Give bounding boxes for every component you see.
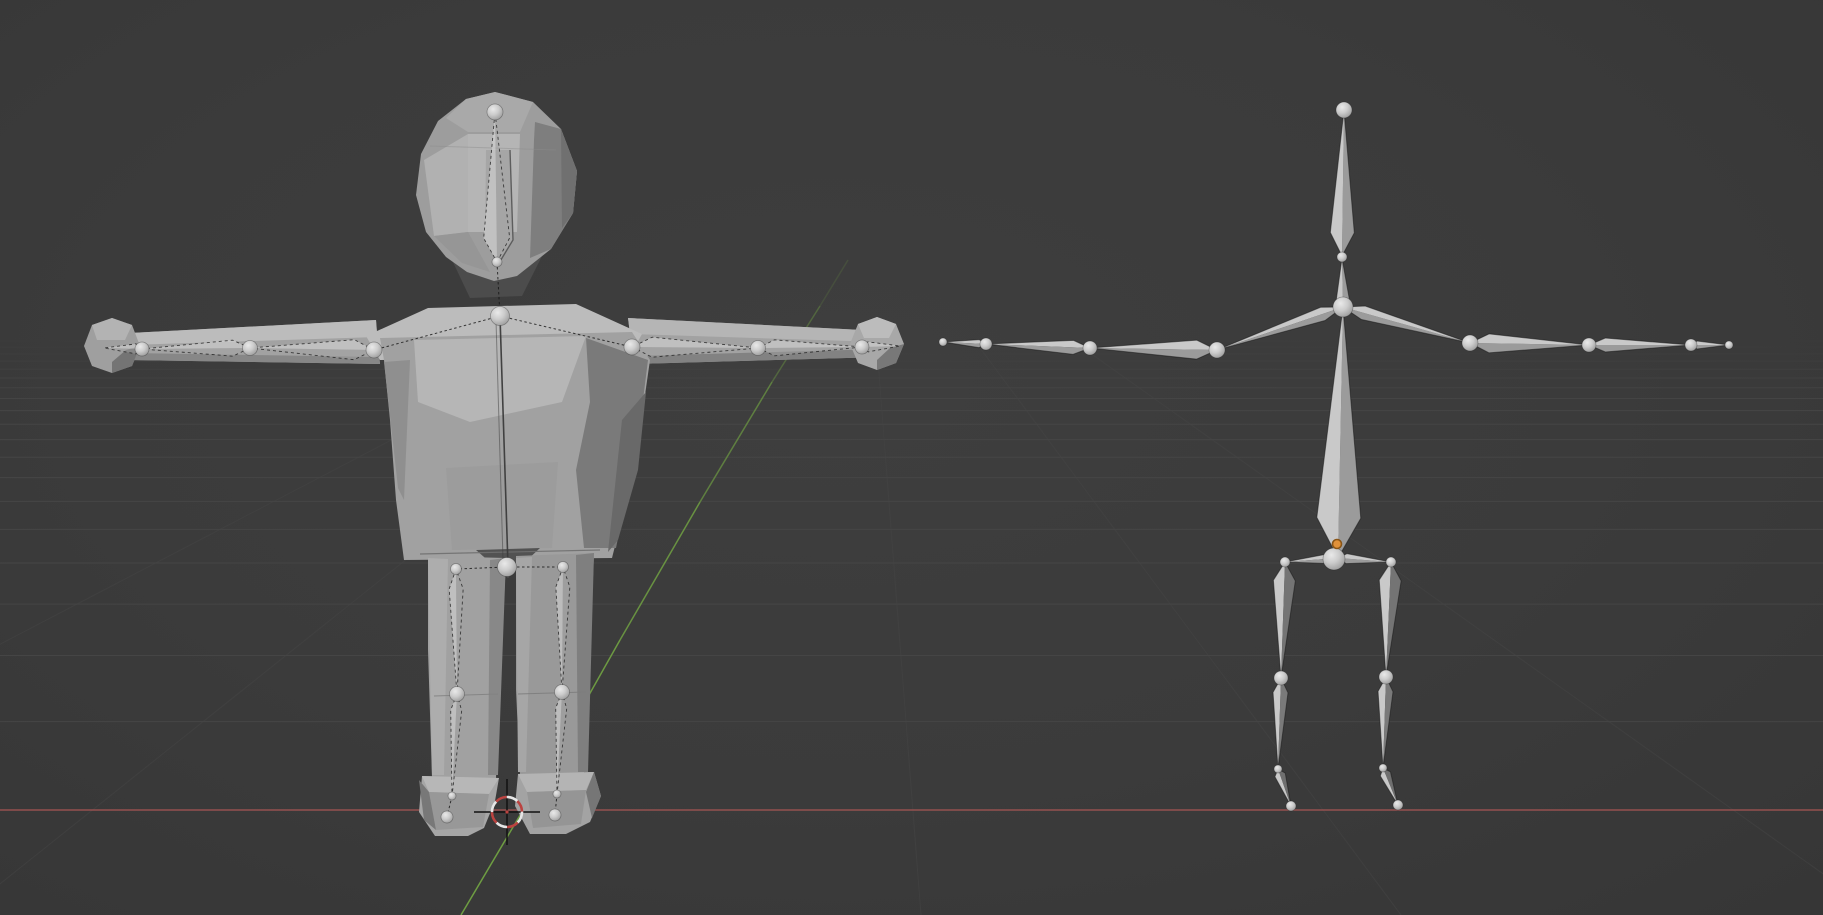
- joint-hand-tip-left[interactable]: [939, 338, 947, 346]
- y-axis-line: [700, 382, 772, 502]
- bone-thigh-left[interactable]: [1273, 562, 1295, 678]
- joint-ankle-right[interactable]: [553, 790, 561, 798]
- mesh-facet-boot-right-top[interactable]: [518, 772, 594, 792]
- joint-hip-left[interactable]: [451, 564, 462, 575]
- bone-face: [1342, 110, 1354, 256]
- bone-spine[interactable]: [1317, 307, 1361, 558]
- mesh-facet-boot-left-front[interactable]: [429, 792, 489, 830]
- joint-knee-right[interactable]: [1379, 670, 1393, 684]
- joint-elbow-right[interactable]: [1582, 338, 1596, 352]
- joint-shoulder-right[interactable]: [1462, 335, 1478, 351]
- bone-thigh-right[interactable]: [1379, 562, 1401, 677]
- bone-head[interactable]: [1330, 110, 1354, 256]
- joint-shoulder-right[interactable]: [624, 339, 640, 355]
- mesh-facet-leg-left-inner-shade[interactable]: [488, 558, 506, 775]
- joint-hip-right[interactable]: [1386, 557, 1396, 567]
- joint-neck[interactable]: [492, 257, 502, 267]
- bone-shin-right[interactable]: [1378, 677, 1393, 768]
- bone-upperarm-right[interactable]: [1470, 334, 1589, 353]
- bone-hipbone-right[interactable]: [1338, 554, 1391, 564]
- viewport-scene: [0, 0, 1823, 915]
- mesh-facet-leg-right-outer-shade[interactable]: [576, 553, 594, 772]
- grid-line-receding: [877, 342, 921, 915]
- joint-elbow-left[interactable]: [243, 341, 258, 356]
- grid-line-receding: [1075, 342, 1823, 915]
- mesh-facet-fist-right-top[interactable]: [858, 317, 896, 338]
- joint-shoulder-left[interactable]: [1209, 342, 1225, 358]
- joint-hip-right[interactable]: [558, 562, 569, 573]
- joint-ankle-left[interactable]: [448, 792, 456, 800]
- joint-wrist-right[interactable]: [855, 340, 869, 354]
- bone-clavicle-right[interactable]: [1343, 306, 1470, 343]
- bone-foot-right[interactable]: [1380, 768, 1398, 805]
- y-axis-line: [820, 260, 848, 306]
- joint-toe-right[interactable]: [1393, 800, 1403, 810]
- armature-object[interactable]: [939, 102, 1733, 811]
- joint-ankle-right[interactable]: [1379, 764, 1387, 772]
- joint-toe-right[interactable]: [549, 809, 561, 821]
- joint-chest[interactable]: [1333, 297, 1353, 317]
- object-origin-dot[interactable]: [1333, 540, 1342, 549]
- bone-clavicle-left[interactable]: [1217, 307, 1343, 350]
- mesh-facet-fist-left-top[interactable]: [92, 318, 132, 340]
- bone-upperarm-left[interactable]: [1090, 340, 1217, 359]
- joint-head-tip[interactable]: [1336, 102, 1352, 118]
- mesh-facet-head-right-darker[interactable]: [561, 129, 577, 228]
- joint-wrist-right[interactable]: [1685, 339, 1697, 351]
- joint-hip-left[interactable]: [1280, 557, 1290, 567]
- joint-knee-left[interactable]: [450, 687, 465, 702]
- joint-wrist-left[interactable]: [135, 342, 149, 356]
- joint-elbow-left[interactable]: [1083, 341, 1097, 355]
- mesh-facet-boot-left-top[interactable]: [422, 776, 499, 794]
- joint-knee-right[interactable]: [555, 685, 570, 700]
- bone-face: [1343, 306, 1470, 343]
- joint-chest[interactable]: [491, 307, 510, 326]
- joint-hand-tip-right[interactable]: [1725, 341, 1733, 349]
- floor-grid: [0, 335, 1823, 915]
- joint-ankle-left[interactable]: [1274, 765, 1282, 773]
- joint-head-tip[interactable]: [487, 104, 503, 120]
- bone-forearm-right[interactable]: [1589, 338, 1691, 352]
- y-axis-line: [620, 502, 700, 640]
- bone-shin-left[interactable]: [1273, 678, 1288, 769]
- joint-hip-root[interactable]: [498, 558, 517, 577]
- cursor-center-dot: [505, 810, 508, 813]
- joint-toe-left[interactable]: [441, 811, 453, 823]
- joint-toe-left[interactable]: [1286, 801, 1296, 811]
- bone-foot-left[interactable]: [1275, 769, 1291, 806]
- joint-wrist-left[interactable]: [980, 338, 992, 350]
- joint-neck[interactable]: [1337, 252, 1347, 262]
- joint-hip-root[interactable]: [1323, 548, 1345, 570]
- 3d-viewport[interactable]: [0, 0, 1823, 915]
- joint-shoulder-left[interactable]: [366, 342, 382, 358]
- joint-elbow-right[interactable]: [751, 341, 766, 356]
- joint-knee-left[interactable]: [1274, 671, 1288, 685]
